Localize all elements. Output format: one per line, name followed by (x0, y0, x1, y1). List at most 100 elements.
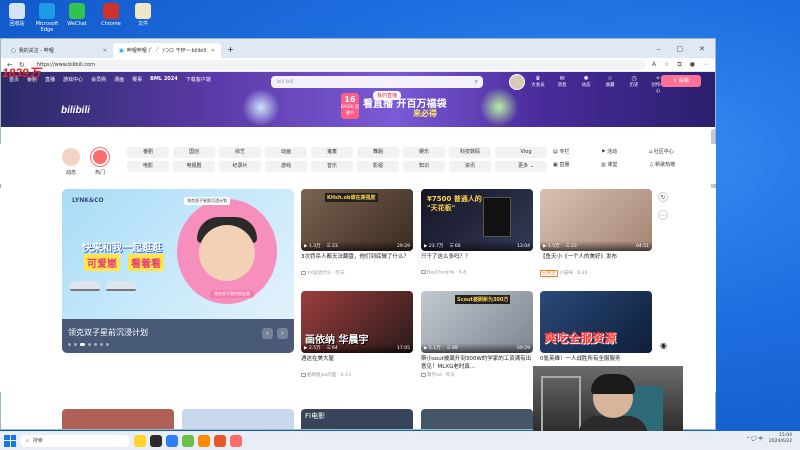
link-live[interactable]: ▣ 直播 (553, 161, 599, 168)
nav-match[interactable]: 赛事 (132, 76, 142, 83)
tab-bilibili[interactable]: ▣ 哔哩哔哩 (゜-゜)つロ 干杯~-bilibili ✕ (113, 43, 221, 58)
video-title[interactable]: 3次罚杀人都无法翻盘，他们到底做了什么？ (301, 253, 413, 269)
link-article[interactable]: ▤ 专栏 (553, 148, 599, 155)
video-thumbnail[interactable]: Scout被刷新为300万 ▶ 5.1万 ☰ 89 09:29 (421, 291, 533, 353)
video-card[interactable]: 爽吃全服资源 0氪英雄！一人战胜所有全服服务 (540, 291, 652, 371)
video-card[interactable]: KHsh.ob谁在高强度 ▶ 1.3万 ☰ 23 29:29 3次罚杀人都无法翻盘，… (301, 189, 413, 276)
channel-chip[interactable]: 资讯 (449, 161, 491, 172)
desktop-icon-file[interactable]: 文件 (130, 3, 156, 27)
video-title[interactable]: 斯小sout被飙升到300W的学家的工资满有出意见！MLXG老时真... (421, 355, 533, 371)
desktop-icon-chrome[interactable]: Chrome (98, 3, 124, 27)
desktop-icon-edge[interactable]: Microsoft Edge (34, 3, 60, 33)
nav-bml[interactable]: BML 2024 (150, 76, 178, 83)
user-avatar[interactable] (509, 74, 525, 90)
video-thumbnail[interactable]: FI电影 (301, 409, 413, 429)
channel-chip[interactable]: 音乐 (311, 161, 353, 172)
hero-carousel[interactable]: LYNK&CO 快来和我一起逛逛 可爱崽 看着看 领克双子星前沉浸计划 领克双子… (62, 189, 294, 353)
upload-button[interactable]: ⇧ 投稿 (661, 75, 701, 87)
taskbar-app-icon[interactable] (150, 434, 162, 447)
tray-icons[interactable]: ^ 💬 中 (746, 436, 763, 442)
nav-history[interactable]: ◷ 历史 (627, 75, 641, 94)
hero-title[interactable]: 领克双子星前沉浸计划 (68, 327, 148, 338)
video-title[interactable]: 只干了这么多吗？？ (421, 253, 533, 269)
video-thumbnail[interactable]: 爽吃全服资源 (540, 291, 652, 353)
menu-icon[interactable]: ⋯ (703, 61, 709, 69)
link-charts[interactable]: ♫ 新歌热榜 (649, 161, 695, 168)
video-title[interactable]: 【鱼天小《一个人的美好》发布 (540, 253, 652, 269)
nav-messages[interactable]: ✉ 消息 (555, 75, 569, 94)
chat-icon[interactable]: ◉ (660, 341, 667, 350)
video-card[interactable]: ▶ 1.5万 ☰ 23 04:51 【鱼天小《一个人的美好》发布 已关注 小猫咪 · … (540, 189, 652, 277)
channel-chip[interactable]: 纪录片 (219, 161, 261, 172)
video-title[interactable]: 遇这在美大屋 (301, 355, 413, 371)
feed-more-icon[interactable]: ⋯ (658, 210, 668, 220)
video-card[interactable]: Scout被刷新为300万 ▶ 5.1万 ☰ 89 09:29 斯小sout被飙升到… (421, 291, 533, 378)
nav-vip[interactable]: ♛ 大会员 (531, 75, 545, 94)
favorite-icon[interactable]: ☆ (664, 61, 669, 69)
maximize-icon[interactable]: ▢ (677, 45, 684, 53)
video-thumbnail[interactable]: KHsh.ob谁在高强度 ▶ 1.3万 ☰ 23 29:29 (301, 189, 413, 251)
nav-game[interactable]: 游戏中心 (63, 76, 83, 83)
close-window-icon[interactable]: ✕ (699, 45, 705, 53)
nav-manga[interactable]: 漫画 (114, 76, 124, 83)
channel-chip[interactable]: 科技数码 (449, 147, 491, 158)
video-thumbnail[interactable] (421, 409, 533, 429)
link-activity[interactable]: ⚑ 活动 (601, 148, 647, 155)
channel-chip[interactable]: 番剧 (127, 147, 169, 158)
video-card[interactable]: 画依纳 华晨宇 ▶ 2.5万 ☰ 64 17:05 遇这在美大屋 酷网络Jan的面 … (301, 291, 413, 378)
url-input[interactable]: https://www.bilibili.com (30, 59, 646, 70)
video-card[interactable]: ¥7500 普通人的 "天花板" ▶ 23.7万 ☰ 66 13:04 只干了这么多… (421, 189, 533, 276)
nav-download[interactable]: 下载客户端 (186, 76, 211, 83)
start-button[interactable] (4, 434, 16, 447)
channel-chip[interactable]: 娱乐 (403, 147, 445, 158)
video-thumbnail[interactable] (182, 409, 294, 429)
clock[interactable]: 15:04 2024/6/22 (769, 433, 792, 445)
nav-dynamic[interactable]: ✺ 动态 (579, 75, 593, 94)
channel-chip[interactable]: 影视 (357, 161, 399, 172)
channel-chip[interactable]: 鬼畜 (311, 147, 353, 158)
nav-live[interactable]: 直播 (45, 76, 55, 83)
video-thumbnail[interactable]: ▶ 1.5万 ☰ 23 04:51 (540, 189, 652, 251)
taskbar-app-icon[interactable] (214, 434, 226, 447)
profile-icon[interactable]: ● (690, 61, 695, 69)
reader-icon[interactable]: A (652, 61, 656, 69)
channel-chip[interactable]: 舞蹈 (357, 147, 399, 158)
taskbar-app-icon[interactable] (198, 434, 210, 447)
taskbar-app-icon[interactable] (166, 434, 178, 447)
tab-following[interactable]: ▢ 我的关注 - 哔哩 ✕ (5, 43, 113, 58)
channel-chip[interactable]: 电影 (127, 161, 169, 172)
new-tab-button[interactable]: + (221, 45, 240, 58)
desktop-icon-wechat[interactable]: WeChat (64, 3, 90, 27)
channel-dynamic[interactable]: 动态 (61, 148, 81, 176)
channel-chip[interactable]: 电视剧 (173, 161, 215, 172)
video-thumbnail[interactable]: 画依纳 华晨宇 ▶ 2.5万 ☰ 64 17:05 (301, 291, 413, 353)
taskbar-app-icon[interactable] (230, 434, 242, 447)
link-course[interactable]: ▥ 课堂 (601, 161, 647, 168)
extensions-icon[interactable]: ⧉ (677, 61, 681, 69)
bilibili-logo[interactable]: bilibili (61, 105, 90, 116)
taskbar-app-icon[interactable] (134, 434, 146, 447)
channel-chip[interactable]: 国创 (173, 147, 215, 158)
next-arrow-icon[interactable]: › (277, 328, 288, 339)
channel-chip-more[interactable]: 更多 ⌄ (505, 161, 547, 172)
video-thumbnail[interactable] (62, 409, 174, 429)
desktop-icon-recycle[interactable]: 回收站 (4, 3, 30, 27)
channel-chip[interactable]: 动画 (265, 147, 307, 158)
channel-chip[interactable]: 知识 (403, 161, 445, 172)
taskbar-app-icon[interactable] (182, 434, 194, 447)
link-community[interactable]: ⌂ 社区中心 (649, 148, 695, 155)
nav-favorites[interactable]: ☆ 收藏 (603, 75, 617, 94)
minimize-icon[interactable]: – (657, 45, 661, 53)
taskbar-search[interactable]: ⌕ 搜索 (20, 434, 130, 447)
tab-close-icon[interactable]: ✕ (211, 48, 215, 54)
nav-shop[interactable]: 会员购 (91, 76, 106, 83)
search-icon[interactable]: ⌕ (475, 78, 478, 86)
channel-chip[interactable]: 综艺 (219, 147, 261, 158)
search-input[interactable]: bili bili ⌕ (271, 76, 483, 88)
promo-title[interactable]: 我的直播 看直播 开百万福袋 来必得 (363, 91, 446, 118)
video-thumbnail[interactable]: ¥7500 普通人的 "天花板" ▶ 23.7万 ☰ 66 13:04 (421, 189, 533, 251)
prev-arrow-icon[interactable]: ‹ (262, 328, 273, 339)
refresh-feed-icon[interactable]: ↻ (658, 192, 668, 202)
channel-hot[interactable]: 热门 (90, 148, 110, 176)
tab-close-icon[interactable]: ✕ (103, 48, 107, 54)
